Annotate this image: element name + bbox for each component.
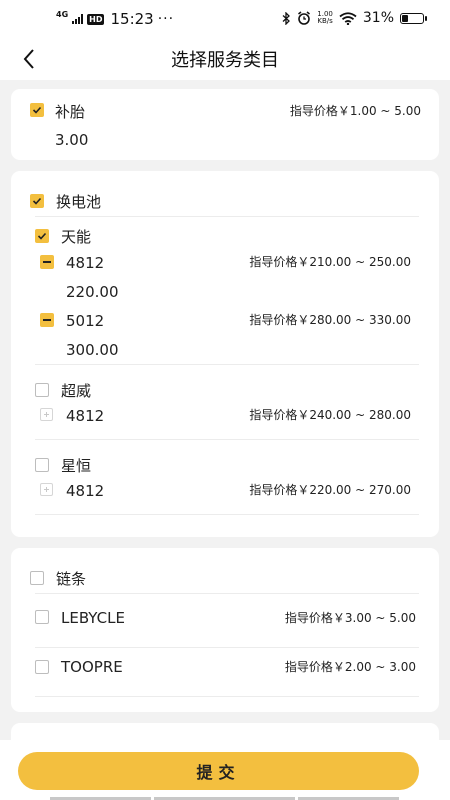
divider bbox=[35, 514, 419, 515]
check-icon bbox=[32, 106, 42, 114]
brand-label-xingheng: 星恒 bbox=[61, 457, 92, 475]
checkbox-brand-chaowei[interactable] bbox=[35, 383, 49, 397]
item-label: 4812 bbox=[66, 407, 105, 425]
service-list[interactable]: 补胎 指导价格￥1.00 ~ 5.00 3.00 换电池 天能 4812 指导价… bbox=[0, 80, 450, 800]
check-icon bbox=[37, 232, 47, 240]
checkbox-battery[interactable] bbox=[30, 194, 44, 208]
guide-price: 指导价格￥210.00 ~ 250.00 bbox=[249, 255, 411, 269]
brand-label-chaowei: 超威 bbox=[61, 382, 92, 400]
expand-plus-icon[interactable] bbox=[40, 408, 53, 421]
more-notifications-icon: ··· bbox=[157, 11, 175, 27]
guide-price: 指导价格￥1.00 ~ 5.00 bbox=[289, 104, 421, 118]
status-right: 1.00 KB/s 31% bbox=[282, 10, 427, 26]
divider bbox=[35, 364, 419, 365]
checkbox-item-toopre[interactable] bbox=[35, 660, 49, 674]
guide-price: 指导价格￥3.00 ~ 5.00 bbox=[284, 611, 416, 625]
checkbox-chain[interactable] bbox=[30, 571, 44, 585]
divider bbox=[35, 439, 419, 440]
item-label: TOOPRE bbox=[61, 658, 123, 676]
brand-label-tianneng: 天能 bbox=[61, 228, 92, 246]
network-type: 4G bbox=[56, 10, 69, 19]
nav-bar: 选择服务类目 bbox=[0, 38, 450, 80]
signal-icon bbox=[72, 14, 84, 24]
check-icon bbox=[32, 197, 42, 205]
item-label: 4812 bbox=[66, 254, 105, 272]
checkbox-brand-tianneng[interactable] bbox=[35, 229, 49, 243]
item-label: 4812 bbox=[66, 482, 105, 500]
group-label-tire-repair: 补胎 bbox=[55, 103, 86, 121]
guide-price: 指导价格￥240.00 ~ 280.00 bbox=[249, 408, 411, 422]
card-battery: 换电池 天能 4812 指导价格￥210.00 ~ 250.00 220.00 … bbox=[11, 171, 439, 537]
group-label-chain: 链条 bbox=[56, 570, 87, 588]
divider bbox=[35, 593, 419, 594]
guide-price: 指导价格￥220.00 ~ 270.00 bbox=[249, 483, 411, 497]
checkbox-item-5012[interactable] bbox=[40, 313, 54, 327]
checkbox-tire-repair[interactable] bbox=[30, 103, 44, 117]
status-left: 4G HD 15:23 ··· bbox=[56, 10, 174, 28]
hd-icon: HD bbox=[87, 13, 105, 25]
expand-plus-icon[interactable] bbox=[40, 483, 53, 496]
guide-price: 指导价格￥2.00 ~ 3.00 bbox=[284, 660, 416, 674]
divider bbox=[35, 647, 419, 648]
guide-price: 指导价格￥280.00 ~ 330.00 bbox=[249, 313, 411, 327]
speed-unit: KB/s bbox=[317, 17, 333, 25]
battery-level bbox=[402, 14, 409, 22]
network-speed: 1.00 KB/s bbox=[317, 11, 333, 25]
battery-icon bbox=[400, 12, 427, 24]
battery-percent: 31% bbox=[362, 10, 394, 26]
group-label-battery: 换电池 bbox=[56, 193, 102, 211]
card-chain: 链条 LEBYCLE 指导价格￥3.00 ~ 5.00 TOOPRE 指导价格￥… bbox=[11, 548, 439, 712]
item-label: LEBYCLE bbox=[61, 609, 125, 627]
price-value[interactable]: 300.00 bbox=[66, 341, 119, 359]
page-title: 选择服务类目 bbox=[171, 50, 279, 71]
checkbox-item-4812[interactable] bbox=[40, 255, 54, 269]
divider bbox=[35, 216, 419, 217]
wifi-icon bbox=[339, 11, 357, 25]
status-bar: 4G HD 15:23 ··· 1.00 KB/s 31% bbox=[0, 0, 450, 38]
card-tire-repair: 补胎 指导价格￥1.00 ~ 5.00 3.00 bbox=[11, 89, 439, 160]
item-label: 5012 bbox=[66, 312, 105, 330]
submit-button[interactable]: 提交 bbox=[18, 752, 419, 790]
checkbox-brand-xingheng[interactable] bbox=[35, 458, 49, 472]
divider bbox=[35, 696, 419, 697]
alarm-icon bbox=[298, 11, 311, 25]
clock: 15:23 bbox=[110, 10, 154, 28]
checkbox-item-lebycle[interactable] bbox=[35, 610, 49, 624]
bluetooth-icon bbox=[282, 11, 291, 25]
price-value[interactable]: 220.00 bbox=[66, 283, 119, 301]
price-value[interactable]: 3.00 bbox=[55, 131, 88, 149]
